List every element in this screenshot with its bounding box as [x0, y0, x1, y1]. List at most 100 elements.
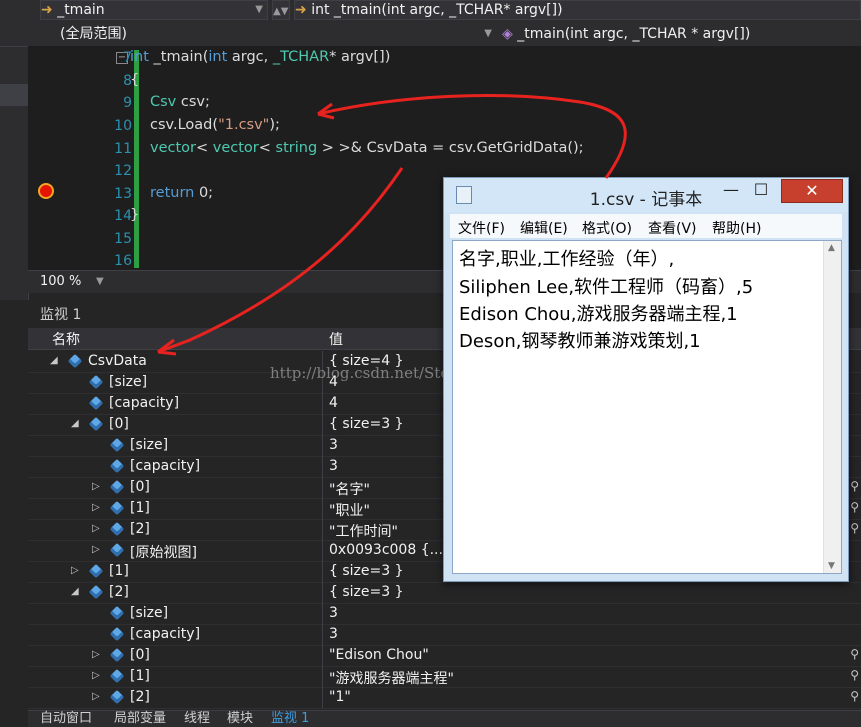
watch-value: 4 — [329, 395, 338, 411]
maximize-icon[interactable]: ☐ — [748, 179, 774, 201]
table-row[interactable]: [size] 3 — [28, 603, 861, 625]
function-combo[interactable]: ➜ int _tmain(int argc, _TCHAR* argv[]) — [294, 0, 861, 20]
expand-icon[interactable]: ▷ — [92, 691, 100, 702]
column-divider — [322, 540, 323, 561]
member-combo[interactable]: ◈ _tmain(int argc, _TCHAR * argv[]) — [502, 23, 861, 45]
chevron-down-icon[interactable]: ▼ — [96, 271, 104, 293]
class-combo[interactable]: ➜ _tmain ▼ — [40, 0, 268, 20]
table-row[interactable]: ▷ [0] "Edison Chou" ⚲ — [28, 645, 861, 667]
expand-icon[interactable]: ▷ — [92, 544, 100, 555]
field-icon — [67, 353, 83, 369]
code-line-13: return 0; — [150, 185, 214, 201]
arrow-right-icon: ➜ — [295, 2, 307, 18]
text-visualizer-icon[interactable]: ⚲ — [850, 647, 859, 661]
scroll-down-icon[interactable]: ▼ — [828, 561, 835, 571]
field-icon — [109, 605, 125, 621]
minimize-icon[interactable]: — — [718, 179, 744, 201]
field-icon — [109, 542, 125, 558]
code-line-11: vector< vector< string > >& CsvData = cs… — [150, 140, 584, 156]
watch-name: [size] — [130, 605, 169, 621]
expand-icon[interactable]: ▷ — [92, 649, 100, 660]
class-combo-label: _tmain — [57, 2, 105, 18]
code-line-7: int _tmain(int argc, _TCHAR* argv[]) — [130, 49, 391, 65]
text-line: Edison Chou,游戏服务器端主程,1 — [459, 304, 738, 325]
column-divider — [322, 687, 323, 708]
notepad-window[interactable]: 1.csv - 记事本 — ☐ ✕ 文件(F) 编辑(E) 格式(O) 查看(V… — [443, 177, 849, 582]
menu-edit[interactable]: 编辑(E) — [520, 218, 568, 238]
expand-icon[interactable]: ▷ — [92, 481, 100, 492]
field-icon — [109, 647, 125, 663]
watch-name: [capacity] — [130, 458, 201, 474]
breakpoint-icon[interactable] — [38, 183, 54, 199]
column-divider — [322, 624, 323, 645]
scope-label: (全局范围) — [60, 26, 127, 42]
field-icon — [109, 500, 125, 516]
field-icon — [109, 437, 125, 453]
watch-value: "职业" — [329, 503, 370, 519]
text-visualizer-icon[interactable]: ⚲ — [850, 521, 859, 535]
column-divider — [322, 435, 323, 456]
watch-name: [size] — [130, 437, 169, 453]
menu-help[interactable]: 帮助(H) — [712, 218, 761, 238]
left-strip-selected[interactable] — [0, 84, 28, 106]
menu-format[interactable]: 格式(O) — [582, 218, 632, 238]
tab-autos[interactable]: 自动窗口 — [40, 711, 92, 727]
watch-value: 3 — [329, 437, 338, 453]
collapse-icon[interactable]: ◢ — [71, 418, 79, 429]
text-visualizer-icon[interactable]: ⚲ — [850, 689, 859, 703]
text-line: Siliphen Lee,软件工程师（码畜）,5 — [459, 277, 754, 298]
line-number: 16 — [114, 253, 132, 269]
scope-combo[interactable]: (全局范围) ▼ — [60, 23, 496, 45]
code-line-8: { — [130, 72, 140, 88]
text-visualizer-icon[interactable]: ⚲ — [850, 479, 859, 493]
split-button[interactable]: ▲▼ — [272, 0, 290, 20]
column-divider — [322, 498, 323, 519]
column-divider — [322, 645, 323, 666]
watch-value: "工作时间" — [329, 524, 398, 540]
column-name[interactable]: 名称 — [52, 329, 80, 349]
line-number: 10 — [114, 118, 132, 134]
column-divider — [322, 414, 323, 435]
expand-icon[interactable]: ▷ — [92, 670, 100, 681]
menu-view[interactable]: 查看(V) — [648, 218, 697, 238]
field-icon — [109, 668, 125, 684]
line-number: 7 — [123, 50, 132, 66]
table-row[interactable]: ▷ [2] "1" ⚲ — [28, 687, 861, 709]
table-row[interactable]: [capacity] 3 — [28, 624, 861, 646]
column-divider — [322, 477, 323, 498]
notepad-text-area[interactable]: 名字,职业,工作经验（年）, Siliphen Lee,软件工程师（码畜）,5 … — [452, 240, 842, 574]
column-divider — [322, 666, 323, 687]
expand-icon[interactable]: ▷ — [92, 523, 100, 534]
zoom-level[interactable]: 100 % — [40, 271, 81, 293]
field-icon — [109, 458, 125, 474]
close-button[interactable]: ✕ — [781, 179, 843, 203]
menu-file[interactable]: 文件(F) — [458, 218, 505, 238]
expand-icon[interactable]: ▷ — [71, 565, 79, 576]
watch-name: [1] — [130, 668, 150, 684]
vertical-scrollbar[interactable]: ▲ ▼ — [823, 241, 841, 573]
watch-name: [0] — [109, 416, 129, 432]
tab-locals[interactable]: 局部变量 — [114, 711, 166, 727]
tab-modules[interactable]: 模块 — [227, 711, 253, 727]
table-row[interactable]: ◢ [2] { size=3 } — [28, 582, 861, 604]
field-icon — [88, 395, 104, 411]
notepad-titlebar[interactable]: 1.csv - 记事本 — ☐ ✕ — [444, 178, 848, 212]
text-visualizer-icon[interactable]: ⚲ — [850, 668, 859, 682]
watch-name: [capacity] — [130, 626, 201, 642]
code-line-9: Csv csv; — [150, 94, 210, 110]
text-line: 名字,职业,工作经验（年）, — [459, 249, 675, 270]
scroll-up-icon[interactable]: ▲ — [828, 243, 835, 253]
collapse-icon[interactable]: ◢ — [71, 586, 79, 597]
column-divider — [322, 456, 323, 477]
arrow-right-icon: ➜ — [41, 2, 53, 18]
code-line-10: csv.Load("1.csv"); — [150, 117, 280, 133]
text-visualizer-icon[interactable]: ⚲ — [850, 500, 859, 514]
line-number: 11 — [114, 141, 132, 157]
expand-icon[interactable]: ▷ — [92, 502, 100, 513]
tab-watch1[interactable]: 监视 1 — [271, 711, 309, 727]
column-value[interactable]: 值 — [329, 329, 343, 349]
watch-name: [2] — [130, 521, 150, 537]
collapse-icon[interactable]: ◢ — [50, 355, 58, 366]
tab-threads[interactable]: 线程 — [184, 711, 210, 727]
table-row[interactable]: ▷ [1] "游戏服务器端主程" ⚲ — [28, 666, 861, 688]
